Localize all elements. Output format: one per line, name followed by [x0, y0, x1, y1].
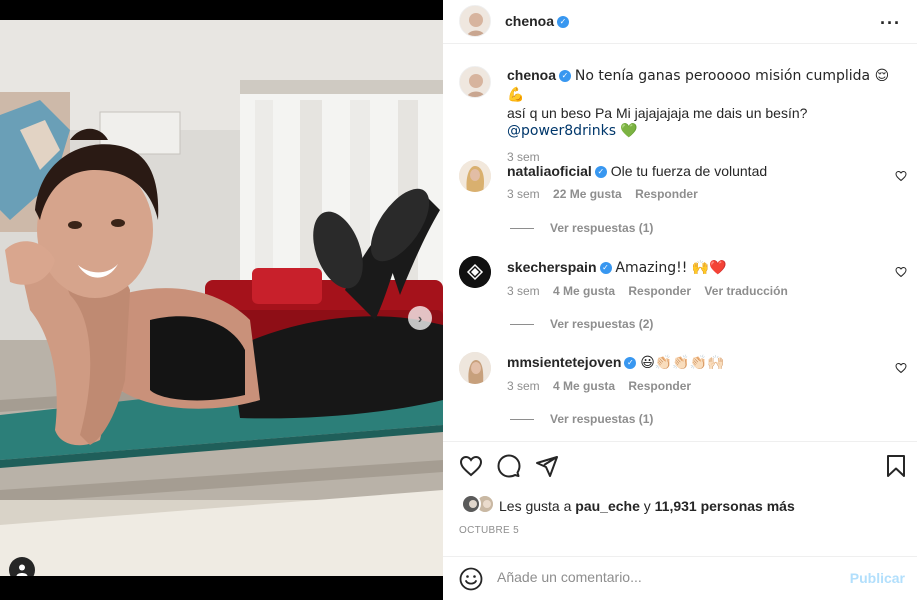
comment-likes[interactable]: 22 Me gusta — [553, 187, 622, 201]
comment-avatar[interactable] — [459, 256, 491, 288]
comment-likes[interactable]: 4 Me gusta — [553, 379, 615, 393]
view-replies-button[interactable]: Ver respuestas (2) — [510, 317, 653, 331]
translate-button[interactable]: Ver traducción — [704, 284, 787, 298]
comment-input[interactable] — [497, 569, 837, 585]
comment-username[interactable]: mmsientetejoven — [507, 354, 621, 370]
comment-2: skecherspain ✓ Amazing!! 🙌❤️ 3 sem 4 Me g… — [507, 258, 887, 298]
comment-3: mmsientetejoven ✓ 😃👏🏻👏🏻👏🏻🙌🏻 3 sem 4 Me gu… — [507, 353, 887, 393]
verified-icon: ✓ — [599, 262, 612, 275]
view-replies-label: Ver respuestas (1) — [550, 221, 654, 235]
photo-illustration — [0, 20, 443, 576]
likes-count[interactable]: 11,931 personas más — [655, 498, 795, 514]
comment-avatar[interactable] — [459, 160, 491, 192]
post-photo[interactable]: › — [0, 20, 443, 576]
author-avatar[interactable] — [459, 5, 491, 37]
comment-like-heart-icon[interactable] — [895, 266, 907, 278]
heart-icon[interactable] — [459, 454, 483, 478]
likes-summary: Les gusta a pau_eche y 11,931 personas m… — [499, 498, 795, 514]
liker-avatar[interactable] — [461, 494, 481, 514]
view-replies-label: Ver respuestas (1) — [550, 412, 654, 426]
caption: chenoa ✓ No tenía ganas perooooo misión c… — [507, 66, 897, 164]
view-replies-button[interactable]: Ver respuestas (1) — [510, 412, 653, 426]
caption-username[interactable]: chenoa — [507, 67, 556, 83]
liker-username[interactable]: pau_eche — [575, 498, 640, 514]
tag-user-icon — [16, 564, 28, 576]
more-icon: ··· — [880, 13, 901, 33]
post-sidebar: chenoa ✓ ··· chenoa ✓ No tenía ganas peroo… — [443, 0, 917, 600]
post-date[interactable]: OCTUBRE 5 — [459, 525, 519, 536]
view-replies-label: Ver respuestas (2) — [550, 317, 654, 331]
comment-1: nataliaoficial ✓ Ole tu fuerza de volunta… — [507, 162, 887, 201]
comment-text: 😃👏🏻👏🏻👏🏻🙌🏻 — [640, 355, 725, 371]
post-header: chenoa ✓ ··· — [443, 0, 917, 44]
verified-icon: ✓ — [624, 357, 637, 370]
comment-likes[interactable]: 4 Me gusta — [553, 284, 615, 298]
likes-conj: y — [643, 498, 651, 514]
reply-button[interactable]: Responder — [628, 284, 691, 298]
caption-mention[interactable]: @power8drinks 💚 — [507, 122, 897, 140]
caption-line-2: así q un beso Pa Mi jajajajaja me dais u… — [507, 105, 808, 121]
add-comment-bar: Publicar — [443, 556, 917, 600]
avatar-image — [459, 256, 491, 288]
bookmark-icon[interactable] — [884, 454, 908, 478]
header-user: chenoa ✓ — [505, 13, 570, 31]
comment-username[interactable]: skecherspain — [507, 259, 597, 275]
next-arrow-icon: › — [417, 310, 423, 326]
caption-avatar[interactable] — [459, 66, 491, 98]
reply-button[interactable]: Responder — [628, 379, 691, 393]
avatar-image — [460, 67, 490, 97]
tagged-users-button[interactable] — [9, 557, 35, 576]
comment-username[interactable]: nataliaoficial — [507, 163, 592, 179]
comment-like-heart-icon[interactable] — [895, 362, 907, 374]
comment-avatar[interactable] — [459, 352, 491, 384]
comment-time[interactable]: 3 sem — [507, 379, 540, 393]
comment-text: Amazing!! 🙌❤️ — [615, 260, 727, 276]
likes-prefix: Les gusta a — [499, 498, 572, 514]
share-icon[interactable] — [535, 454, 559, 478]
author-username[interactable]: chenoa — [505, 13, 554, 29]
avatar-image — [459, 160, 491, 192]
more-options-button[interactable]: ··· — [880, 13, 901, 34]
instagram-post-modal: › chenoa ✓ ··· chenoa ✓ No tenía ganas p… — [0, 0, 917, 600]
avatar-image — [459, 352, 491, 384]
comment-like-heart-icon[interactable] — [895, 170, 907, 182]
verified-icon: ✓ — [559, 70, 572, 83]
verified-icon: ✓ — [557, 15, 570, 28]
next-photo-button[interactable]: › — [408, 306, 432, 330]
publish-button[interactable]: Publicar — [850, 570, 905, 586]
view-replies-button[interactable]: Ver respuestas (1) — [510, 221, 653, 235]
comment-time[interactable]: 3 sem — [507, 284, 540, 298]
reply-button[interactable]: Responder — [635, 187, 698, 201]
comment-time[interactable]: 3 sem — [507, 187, 540, 201]
emoji-icon[interactable] — [459, 567, 483, 591]
verified-icon: ✓ — [594, 166, 607, 179]
comment-icon[interactable] — [497, 454, 521, 478]
avatar-image — [460, 6, 490, 36]
comment-text: Ole tu fuerza de voluntad — [610, 163, 768, 179]
